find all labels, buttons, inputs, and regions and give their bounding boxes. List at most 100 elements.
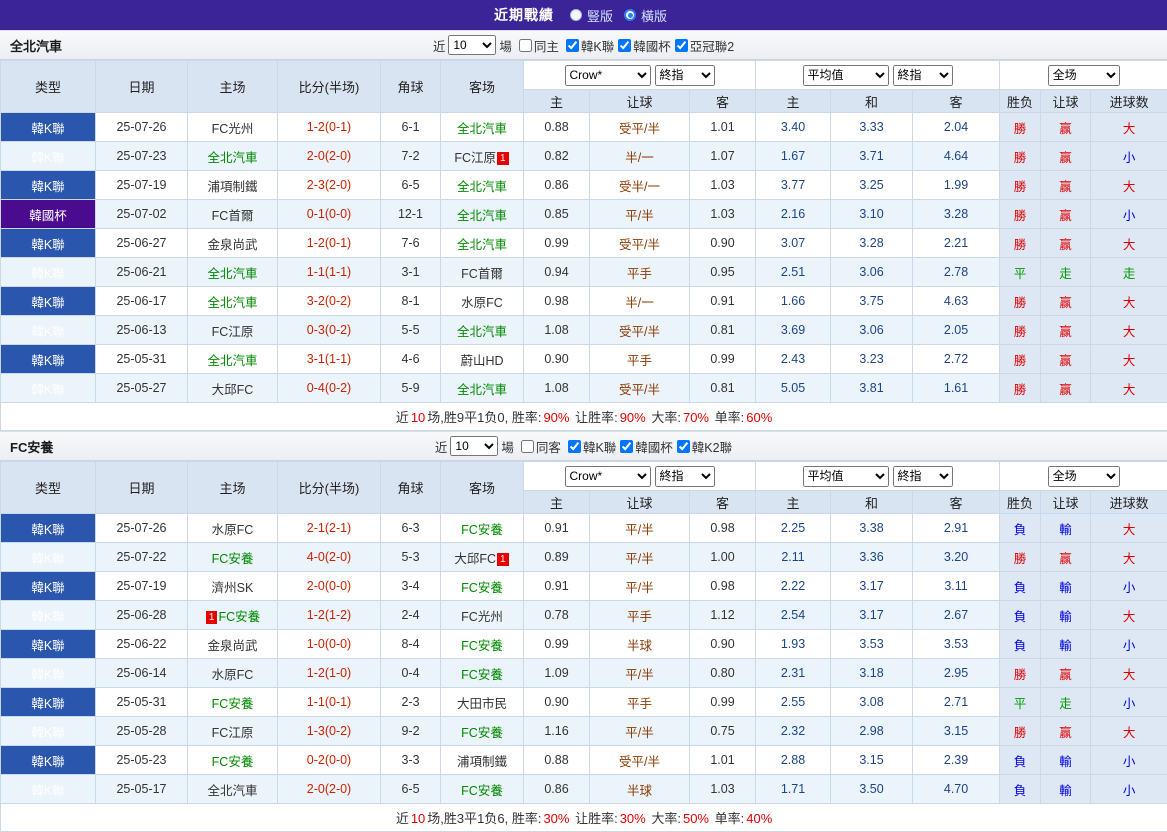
euro-home-cell: 2.43 [756,345,831,374]
same-venue-filter[interactable]: 同主 [519,36,559,55]
league-cell: 韓K聯 [1,171,96,200]
match-row: 韓K聯25-06-14水原FC1-2(1-0)0-4FC安養1.09平/半0.8… [1,659,1167,688]
horizontal-layout-radio[interactable] [624,9,636,21]
home-team-cell: 水原FC [188,514,278,543]
league-label: 韓K聯 [581,36,614,55]
same-venue-filter[interactable]: 同客 [521,437,561,456]
odds-time-select[interactable]: 終指 [655,466,715,487]
away-team-cell: FC首爾 [441,258,524,287]
same-venue-checkbox[interactable] [519,39,532,52]
euro-away-cell: 3.53 [913,630,1000,659]
league-checkbox[interactable] [620,440,633,453]
match-row: 韓K聯25-06-22金泉尚武1-0(0-0)8-4FC安養0.99半球0.90… [1,630,1167,659]
result-cell: 勝 [1000,374,1041,403]
games-count-select[interactable]: 10 [450,436,498,456]
summary-text: 让胜率: [571,811,617,826]
handicap-cell: 受平/半 [590,229,690,258]
league-filter[interactable]: 韓國杯 [620,437,673,456]
section-summary: 近10场,胜9平1负0, 胜率:90% 让胜率:90% 大率:70% 单率:60… [1,403,1167,431]
home-team-cell: 浦項制鐵 [188,171,278,200]
euro-away-cell: 1.99 [913,171,1000,200]
league-checkbox[interactable] [568,440,581,453]
goals-result-cell: 小 [1091,200,1167,229]
league-filter[interactable]: 韓國杯 [618,36,671,55]
league-checkbox[interactable] [566,39,579,52]
result-cell: 勝 [1000,200,1041,229]
odds-time-select[interactable]: 終指 [655,65,715,86]
asian-odds-selectors: Crow*終指 [524,462,756,491]
scope-select[interactable]: 全场 [1048,466,1120,487]
same-venue-checkbox[interactable] [521,440,534,453]
league-checkbox[interactable] [675,39,688,52]
league-checkbox[interactable] [677,440,690,453]
euro-draw-cell: 3.06 [831,258,913,287]
corner-cell: 9-2 [381,717,441,746]
corner-cell: 6-5 [381,775,441,804]
league-filter[interactable]: 亞冠聯2 [675,36,734,55]
away-team-cell: 蔚山HD [441,345,524,374]
euro-avg-select[interactable]: 平均值 [803,65,889,86]
league-filter[interactable]: 韓K聯 [566,36,614,55]
corner-cell: 8-4 [381,630,441,659]
euro-home-cell: 3.77 [756,171,831,200]
away-odds-cell: 1.00 [690,543,756,572]
col-header-euro-away: 客 [913,90,1000,113]
col-header-date: 日期 [96,61,188,113]
league-filter[interactable]: 韓K2聯 [677,437,732,456]
league-cell: 韓K聯 [1,229,96,258]
euro-draw-cell: 3.33 [831,113,913,142]
score-cell: 1-2(0-1) [278,113,381,142]
match-row: 韓K聯25-05-27大邱FC0-4(0-2)5-9全北汽車1.08受平/半0.… [1,374,1167,403]
away-odds-cell: 0.90 [690,630,756,659]
col-header-home-odds: 主 [524,491,590,514]
home-odds-cell: 1.09 [524,659,590,688]
matches-table: 类型 日期 主场 比分(半场) 角球 客场 Crow*終指 平均值終指 全场 [0,60,1167,431]
euro-home-cell: 2.31 [756,659,831,688]
away-odds-cell: 0.98 [690,572,756,601]
summary-text: 单率: [711,410,744,425]
summary-text: 让胜率: [571,410,617,425]
home-odds-cell: 0.94 [524,258,590,287]
handicap-result-cell: 赢 [1041,659,1091,688]
euro-away-cell: 2.78 [913,258,1000,287]
handicap-cell: 平/半 [590,572,690,601]
scope-select[interactable]: 全场 [1048,65,1120,86]
league-filter[interactable]: 韓K聯 [568,437,616,456]
away-team-cell: FC安養 [441,514,524,543]
date-cell: 25-07-19 [96,171,188,200]
euro-time-select[interactable]: 終指 [893,466,953,487]
col-header-euro-home: 主 [756,90,831,113]
score-cell: 1-2(0-1) [278,229,381,258]
match-row: 韓K聯25-07-23全北汽車2-0(2-0)7-2FC江原10.82半/一1.… [1,142,1167,171]
result-cell: 勝 [1000,316,1041,345]
away-team-cell: 大邱FC1 [441,543,524,572]
home-team-cell: 全北汽車 [188,287,278,316]
handicap-cell: 平手 [590,601,690,630]
col-header-corner: 角球 [381,61,441,113]
handicap-result-cell: 輸 [1041,514,1091,543]
home-team-cell: 全北汽車 [188,142,278,171]
handicap-cell: 平/半 [590,200,690,229]
team-name: FC安養 [10,437,53,456]
euro-avg-select[interactable]: 平均值 [803,466,889,487]
summary-text: 近 [396,410,409,425]
vertical-layout-radio[interactable] [570,9,582,21]
handicap-result-cell: 赢 [1041,316,1091,345]
bookmaker-select[interactable]: Crow* [565,65,651,86]
league-checkbox[interactable] [618,39,631,52]
handicap-result-cell: 輸 [1041,601,1091,630]
euro-draw-cell: 3.25 [831,171,913,200]
games-count-select[interactable]: 10 [448,35,496,55]
match-row: 韓K聯25-05-17全北汽車2-0(2-0)6-5FC安養0.86半球1.03… [1,775,1167,804]
euro-home-cell: 2.32 [756,717,831,746]
handicap-cell: 半/一 [590,287,690,316]
league-cell: 韓K聯 [1,717,96,746]
date-cell: 25-06-21 [96,258,188,287]
away-odds-cell: 0.98 [690,514,756,543]
bookmaker-select[interactable]: Crow* [565,466,651,487]
scope-selector: 全场 [1000,61,1167,90]
handicap-result-cell: 輸 [1041,572,1091,601]
handicap-result-cell: 赢 [1041,374,1091,403]
away-odds-cell: 1.07 [690,142,756,171]
euro-time-select[interactable]: 終指 [893,65,953,86]
